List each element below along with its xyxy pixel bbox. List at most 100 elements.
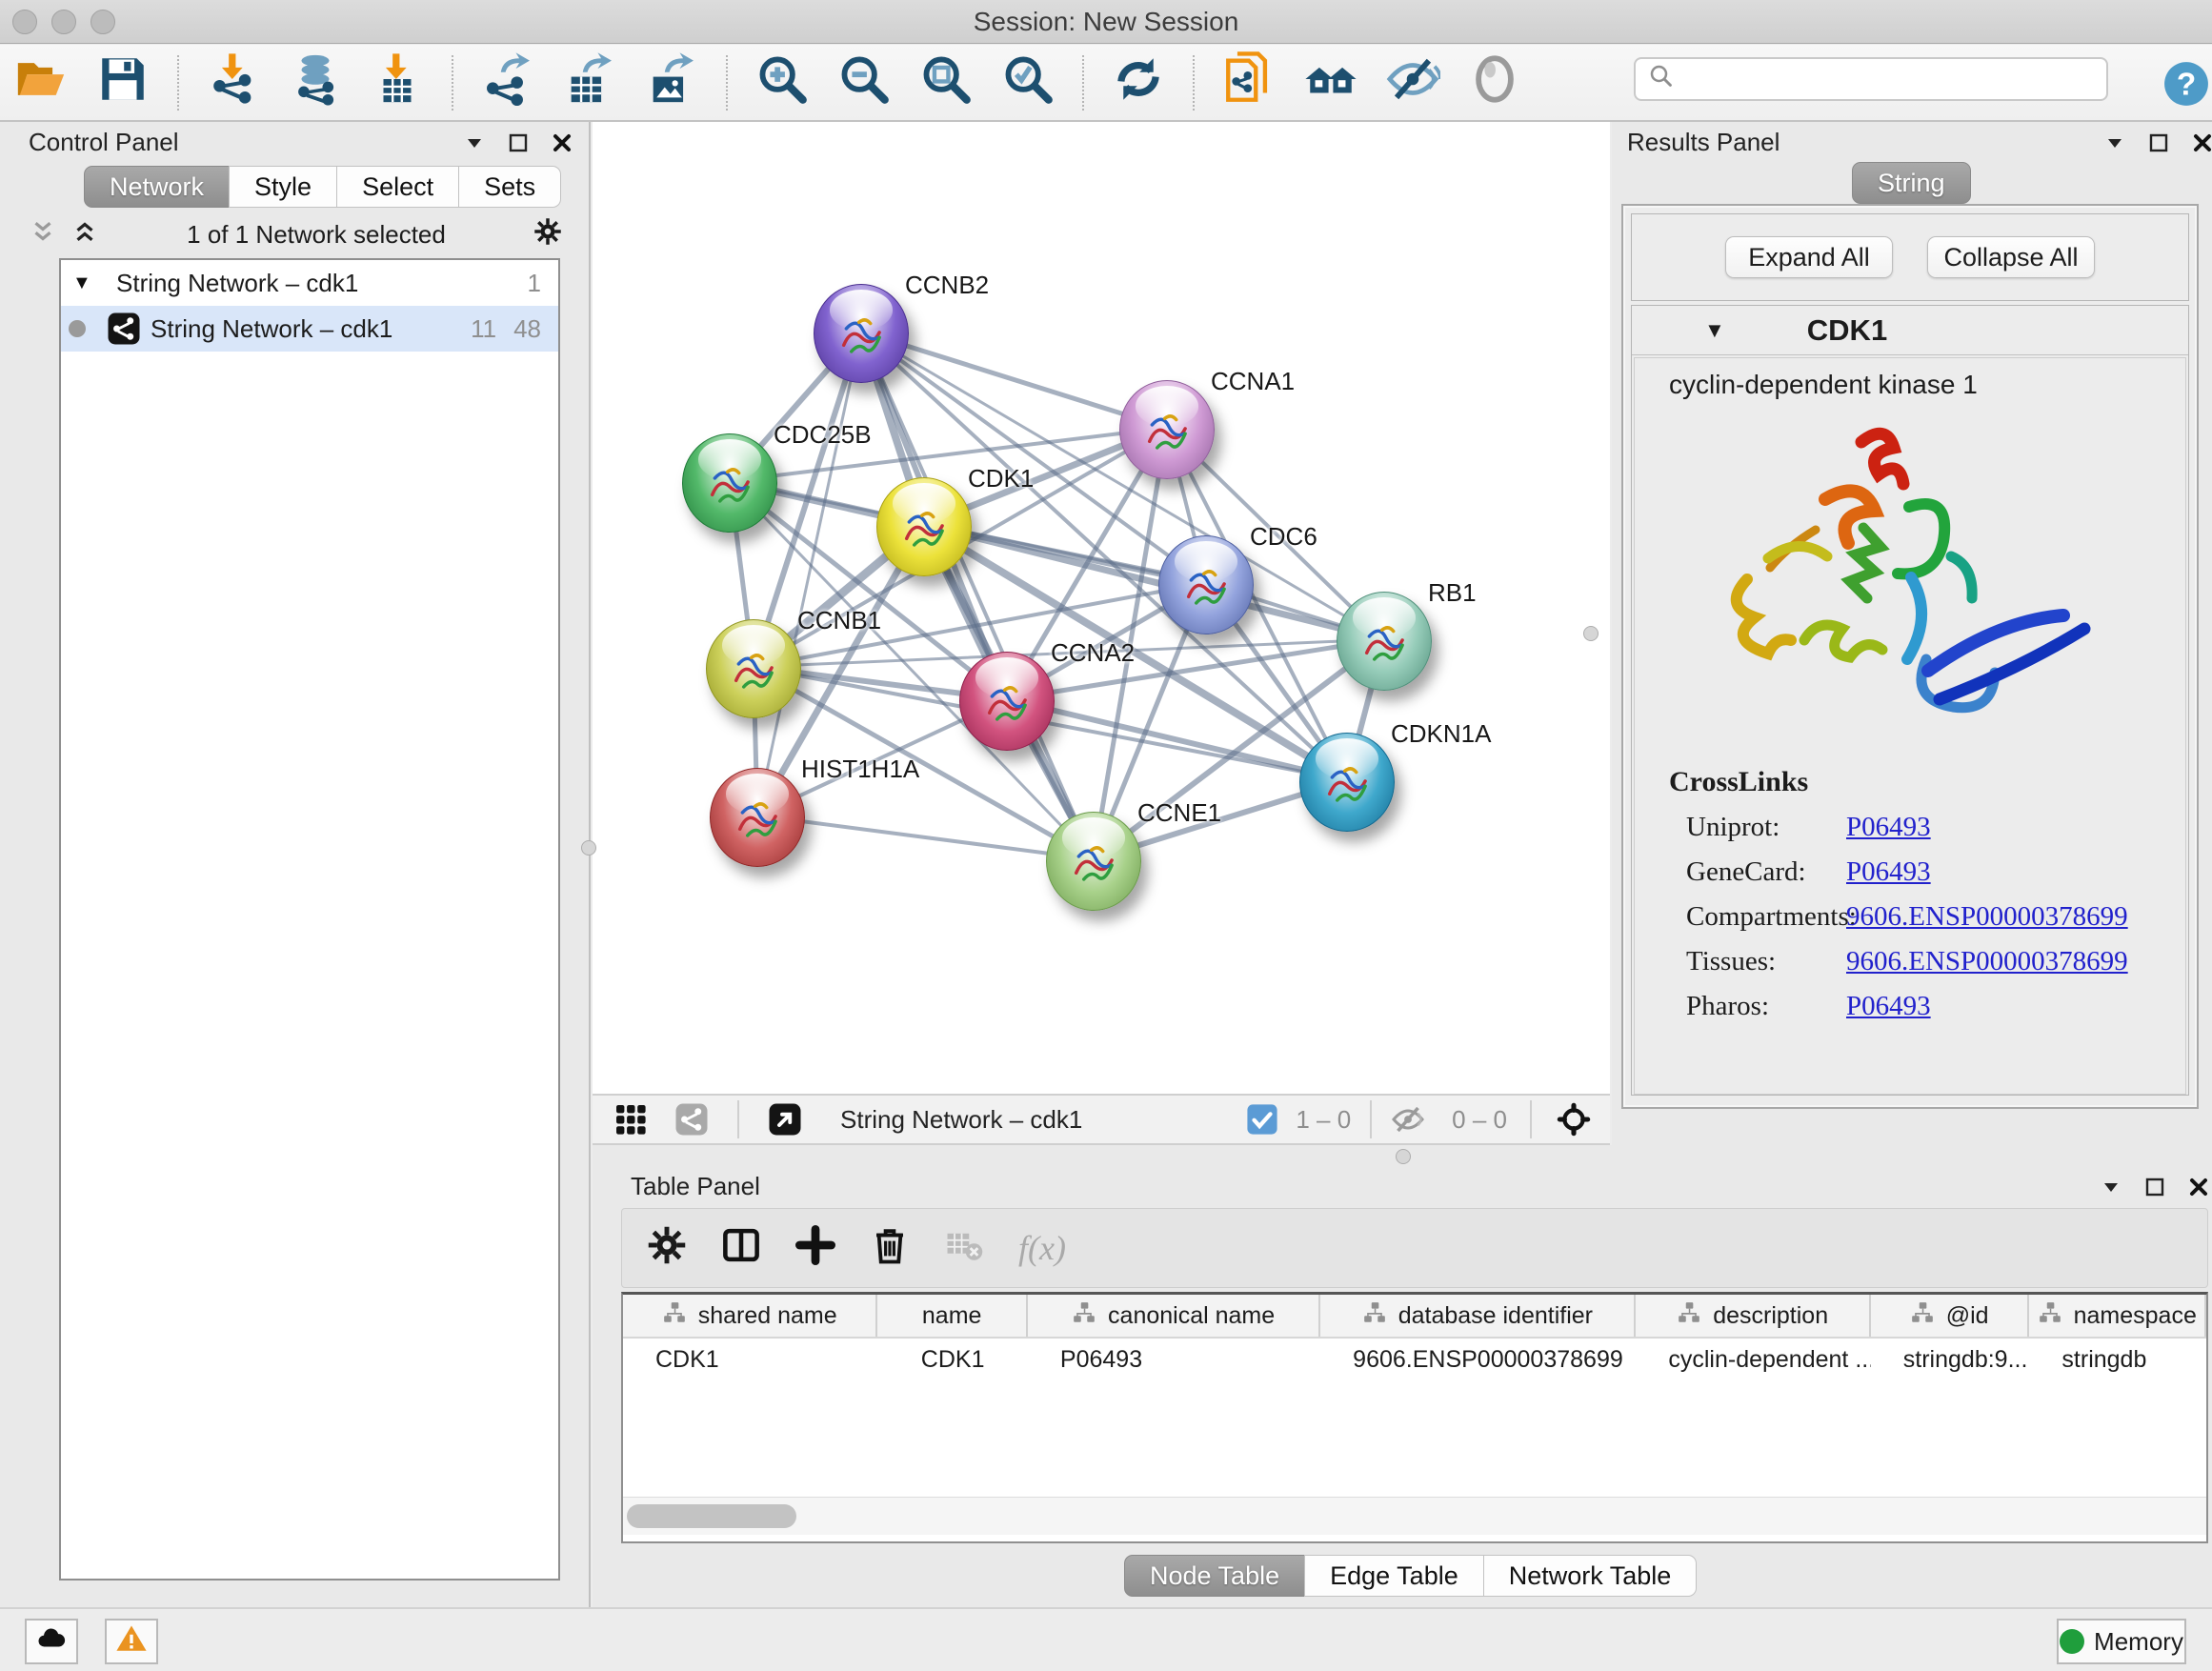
network-share-icon[interactable] bbox=[671, 1088, 713, 1151]
fit-selected-crosshair-icon[interactable] bbox=[1551, 1088, 1597, 1151]
tab-style[interactable]: Style bbox=[229, 166, 337, 208]
network-node-CCNA2[interactable] bbox=[959, 652, 1055, 751]
string-home-button[interactable] bbox=[1299, 51, 1362, 114]
expand-all-button[interactable]: Expand All bbox=[1725, 236, 1893, 278]
tab-string[interactable]: String bbox=[1852, 162, 1971, 204]
expand-all-networks-icon[interactable] bbox=[70, 217, 99, 252]
right-splitter-handle[interactable] bbox=[1583, 626, 1599, 641]
export-table-icon bbox=[562, 51, 617, 113]
crosslink-link[interactable]: P06493 bbox=[1846, 991, 1931, 1021]
float-panel-icon[interactable] bbox=[2147, 131, 2170, 161]
left-splitter-handle[interactable] bbox=[581, 840, 596, 856]
import-network-from-database-button[interactable] bbox=[284, 51, 347, 114]
string-protein-query-button[interactable] bbox=[1217, 51, 1280, 114]
close-panel-icon[interactable] bbox=[551, 131, 573, 161]
close-panel-icon[interactable] bbox=[2187, 1176, 2210, 1205]
birdseye-view-icon[interactable] bbox=[764, 1088, 806, 1151]
column-header-name[interactable]: name bbox=[877, 1295, 1028, 1337]
network-collection-row[interactable]: ▼ String Network – cdk1 1 bbox=[61, 260, 558, 306]
network-node-CDC25B[interactable] bbox=[682, 433, 777, 533]
table-cell[interactable]: CDK1 bbox=[623, 1339, 877, 1380]
string-eye-button[interactable] bbox=[1463, 51, 1526, 114]
zoom-selected-button[interactable] bbox=[996, 51, 1059, 114]
memory-button[interactable]: Memory bbox=[2057, 1619, 2186, 1664]
warnings-button[interactable] bbox=[105, 1619, 158, 1664]
show-columns-icon[interactable] bbox=[721, 1225, 761, 1272]
string-glass-hide-button[interactable] bbox=[1381, 51, 1444, 114]
network-node-CDKN1A[interactable] bbox=[1299, 733, 1395, 832]
delete-column-icon[interactable] bbox=[870, 1225, 910, 1272]
crosslink-link[interactable]: 9606.ENSP00000378699 bbox=[1846, 901, 2128, 932]
column-header-namespace[interactable]: namespace bbox=[2029, 1295, 2206, 1337]
zoom-in-button[interactable] bbox=[751, 51, 814, 114]
column-header-shared-name[interactable]: shared name bbox=[623, 1295, 877, 1337]
hscrollbar-thumb[interactable] bbox=[627, 1504, 796, 1528]
table-cell[interactable]: 9606.ENSP00000378699 bbox=[1320, 1339, 1636, 1380]
tab-network-table[interactable]: Network Table bbox=[1483, 1555, 1698, 1597]
create-column-icon[interactable] bbox=[795, 1225, 835, 1272]
table-cell[interactable]: stringdb bbox=[2029, 1339, 2206, 1380]
float-panel-icon[interactable] bbox=[507, 131, 530, 161]
network-node-HIST1H1A[interactable] bbox=[710, 768, 805, 867]
network-node-CCNA1[interactable] bbox=[1119, 380, 1215, 479]
network-canvas[interactable]: CCNB2CCNA1CDC25BCDK1CDC6RB1CCNB1CCNA2CDK… bbox=[593, 122, 1610, 1094]
table-cell[interactable]: stringdb:9... bbox=[1871, 1339, 2030, 1380]
column-header-canonical-name[interactable]: canonical name bbox=[1028, 1295, 1320, 1337]
collapse-panel-icon[interactable] bbox=[2100, 1176, 2122, 1205]
collapse-all-networks-icon[interactable] bbox=[29, 217, 57, 252]
tab-network[interactable]: Network bbox=[84, 166, 230, 208]
tree-expander-icon[interactable]: ▼ bbox=[72, 272, 97, 294]
table-settings-gear-icon[interactable] bbox=[647, 1225, 687, 1272]
column-header-database-identifier[interactable]: database identifier bbox=[1320, 1295, 1636, 1337]
refresh-button[interactable] bbox=[1107, 51, 1170, 114]
export-network-button[interactable] bbox=[476, 51, 539, 114]
crosslink-link[interactable]: P06493 bbox=[1846, 812, 1931, 842]
grid-view-icon[interactable] bbox=[610, 1088, 652, 1151]
toolbar-search[interactable] bbox=[1634, 57, 2108, 101]
selected-checkbox-icon[interactable] bbox=[1246, 1088, 1278, 1151]
float-panel-icon[interactable] bbox=[2143, 1176, 2166, 1205]
network-options-gear-icon[interactable] bbox=[533, 217, 562, 252]
open-session-icon bbox=[13, 51, 69, 113]
crosslink-link[interactable]: 9606.ENSP00000378699 bbox=[1846, 946, 2128, 976]
table-cell[interactable]: P06493 bbox=[1028, 1339, 1320, 1380]
network-edge[interactable] bbox=[757, 815, 1094, 859]
help-button[interactable]: ? bbox=[2155, 55, 2212, 118]
table-hscrollbar[interactable] bbox=[623, 1497, 2206, 1535]
network-node-CCNB1[interactable] bbox=[706, 619, 801, 718]
import-table-from-file-button[interactable] bbox=[366, 51, 429, 114]
network-row-selected[interactable]: String Network – cdk1 11 48 bbox=[61, 306, 558, 352]
tab-sets[interactable]: Sets bbox=[458, 166, 561, 208]
tab-node-table[interactable]: Node Table bbox=[1124, 1555, 1305, 1597]
import-network-from-file-button[interactable] bbox=[202, 51, 265, 114]
tab-edge-table[interactable]: Edge Table bbox=[1304, 1555, 1484, 1597]
export-table-button[interactable] bbox=[558, 51, 621, 114]
network-node-CDC6[interactable] bbox=[1158, 535, 1254, 634]
table-cell[interactable]: CDK1 bbox=[877, 1339, 1028, 1380]
network-node-RB1[interactable] bbox=[1337, 592, 1432, 691]
crosslink-link[interactable]: P06493 bbox=[1846, 856, 1931, 887]
zoom-out-button[interactable] bbox=[833, 51, 895, 114]
column-header-@id[interactable]: @id bbox=[1871, 1295, 2030, 1337]
tab-select[interactable]: Select bbox=[336, 166, 459, 208]
table-row[interactable]: CDK1CDK1P064939606.ENSP00000378699cyclin… bbox=[623, 1339, 2206, 1380]
collapse-all-button[interactable]: Collapse All bbox=[1927, 236, 2095, 278]
cloud-button[interactable] bbox=[25, 1619, 78, 1664]
zoom-fit-button[interactable] bbox=[915, 51, 977, 114]
gene-expander-icon[interactable]: ▼ bbox=[1704, 318, 1725, 343]
hidden-eye-icon[interactable] bbox=[1387, 1088, 1429, 1151]
collapse-panel-icon[interactable] bbox=[2103, 131, 2126, 161]
bottom-splitter-handle[interactable] bbox=[1396, 1149, 1411, 1164]
toolbar-separator bbox=[1082, 55, 1084, 111]
network-node-CCNB2[interactable] bbox=[814, 284, 909, 383]
column-header-description[interactable]: description bbox=[1636, 1295, 1870, 1337]
open-session-button[interactable] bbox=[10, 51, 72, 114]
export-image-button[interactable] bbox=[640, 51, 703, 114]
network-node-CDK1[interactable] bbox=[876, 477, 972, 576]
close-panel-icon[interactable] bbox=[2191, 131, 2212, 161]
collapse-panel-icon[interactable] bbox=[463, 131, 486, 161]
save-session-button[interactable] bbox=[91, 51, 154, 114]
network-node-CCNE1[interactable] bbox=[1046, 812, 1141, 911]
table-cell[interactable]: cyclin-dependent ... bbox=[1636, 1339, 1870, 1380]
gene-header[interactable]: ▼ CDK1 bbox=[1632, 306, 2188, 355]
